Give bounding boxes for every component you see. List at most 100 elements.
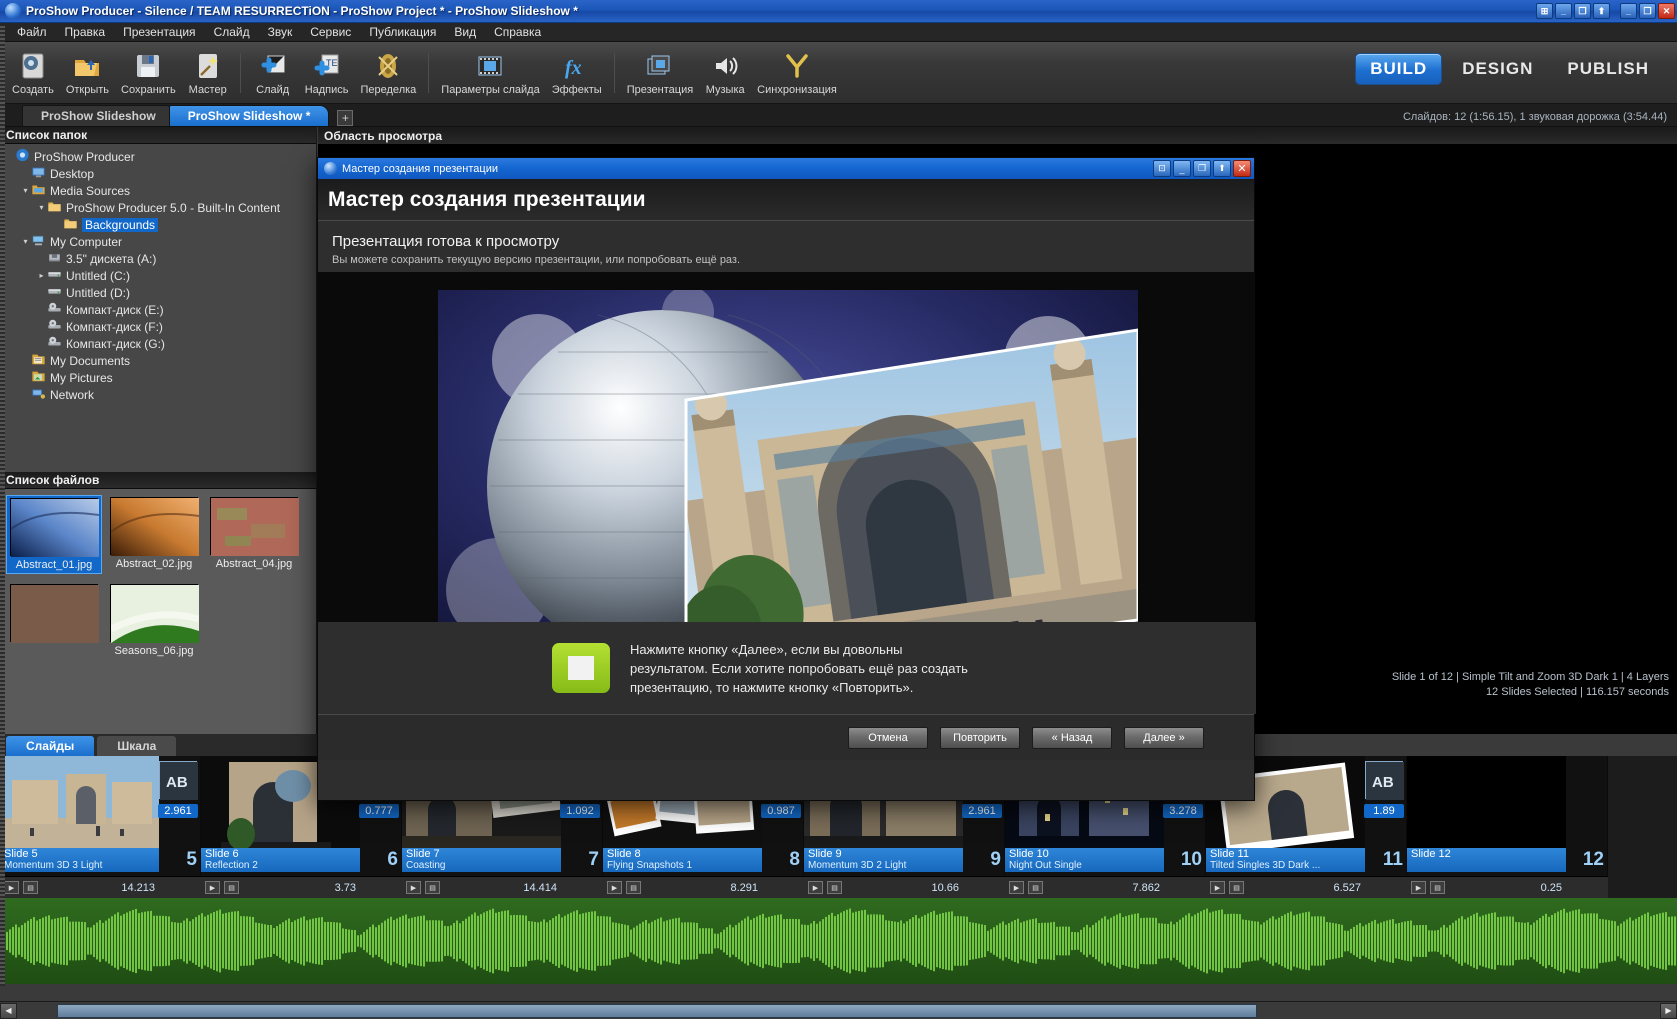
add-tab-button[interactable]: + [337,110,354,126]
tree-expander-icon[interactable]: ▾ [20,237,31,246]
menu-item-8[interactable]: Справка [485,24,550,40]
folder-tree-item-4[interactable]: Backgrounds [4,216,316,233]
restore-group-button[interactable]: ⊞ [1536,3,1553,19]
dialog-button-0[interactable]: Отмена [848,726,928,749]
toolbar-button-создать[interactable]: Создать [6,49,60,96]
mode-button-publish[interactable]: PUBLISH [1553,54,1663,84]
scroll-right-arrow[interactable]: ▶ [1660,1002,1677,1019]
toolbar-button-переделка[interactable]: Переделка [355,49,423,96]
slide-play-button[interactable]: ▶ [406,881,421,894]
slide-play-button[interactable]: ▶ [607,881,622,894]
menu-item-7[interactable]: Вид [445,24,485,40]
slide-play-button[interactable]: ▶ [205,881,220,894]
folder-tree-item-6[interactable]: 3.5" дискета (A:) [4,250,316,267]
dialog-pin-button[interactable]: ⊡ [1153,160,1171,177]
filmstrip-slide-5[interactable]: AB 2.961 Slide 5 Momentum 3D 3 Light 5 ▶… [0,756,201,898]
menu-item-0[interactable]: Файл [8,24,56,40]
file-thumbnail-grid[interactable]: Abstract_01.jpg Abstract_02.jpg Abstract… [0,489,316,667]
transition-badge[interactable]: AB 2.961 [158,761,198,818]
toolbar-button-надпись[interactable]: TE Надпись [299,49,355,96]
dialog-button-1[interactable]: Повторить [940,726,1020,749]
slide-options-button[interactable]: ▤ [626,881,641,894]
folder-tree-item-9[interactable]: Компакт-диск (E:) [4,301,316,318]
slide-options-button[interactable]: ▤ [827,881,842,894]
folder-tree-item-14[interactable]: Network [4,386,316,403]
menu-item-3[interactable]: Слайд [205,24,259,40]
window-minimize-button[interactable]: _ [1620,3,1637,19]
toolbar-button-эффекты[interactable]: fx Эффекты [546,49,608,96]
tree-expander-icon[interactable]: ▸ [36,271,47,280]
toolbar-button-синхронизация[interactable]: Синхронизация [751,49,843,96]
slide-options-button[interactable]: ▤ [1028,881,1043,894]
slide-options-button[interactable]: ▤ [1229,881,1244,894]
folder-tree-item-2[interactable]: ▾ Media Sources [4,182,316,199]
menu-item-1[interactable]: Правка [56,24,115,40]
scroll-left-arrow[interactable]: ◀ [0,1002,17,1019]
mode-button-build[interactable]: BUILD [1355,53,1443,85]
slide-play-button[interactable]: ▶ [1411,881,1426,894]
folder-tree-item-8[interactable]: Untitled (D:) [4,284,316,301]
document-tab-0[interactable]: ProShow Slideshow [22,105,175,126]
dialog-close-button[interactable]: ✕ [1233,160,1251,177]
file-item-2[interactable]: Abstract_04.jpg [206,495,302,574]
folder-tree-item-13[interactable]: My Pictures [4,369,316,386]
toolbar-button-сохранить[interactable]: Сохранить [115,49,182,96]
folder-tree[interactable]: ProShow Producer Desktop ▾ Media Sources… [0,144,316,403]
folder-tree-item-5[interactable]: ▾ My Computer [4,233,316,250]
document-tab-1[interactable]: ProShow Slideshow * [168,105,330,126]
toolbar-button-презентация[interactable]: Презентация [621,49,699,96]
bottom-tab-0[interactable]: Слайды [6,736,95,756]
slide-play-button[interactable]: ▶ [808,881,823,894]
restore-up-button[interactable]: ⬆ [1593,3,1610,19]
dialog-restore-up-button[interactable]: ⬆ [1213,160,1231,177]
filmstrip-slide-12[interactable]: Slide 12 12 ▶ ▤ 0.25 [1407,756,1608,898]
slide-thumbnail[interactable] [1407,756,1566,860]
toolbar-button-параметры слайда[interactable]: Параметры слайда [435,49,545,96]
toolbar-button-музыка[interactable]: Музыка [699,49,751,96]
bottom-tab-1[interactable]: Шкала [97,736,177,756]
slide-play-button[interactable]: ▶ [4,881,19,894]
slide-options-button[interactable]: ▤ [1430,881,1445,894]
folder-tree-item-10[interactable]: Компакт-диск (F:) [4,318,316,335]
maximize-group-button[interactable]: ❐ [1574,3,1591,19]
file-item-0[interactable]: Abstract_01.jpg [6,495,102,574]
menu-item-2[interactable]: Презентация [114,24,205,40]
slide-play-button[interactable]: ▶ [1210,881,1225,894]
menu-item-6[interactable]: Публикация [360,24,445,40]
toolbar-button-мастер[interactable]: Мастер [182,49,234,96]
horizontal-scrollbar[interactable]: ◀ ▶ [0,1001,1677,1019]
slide-options-button[interactable]: ▤ [224,881,239,894]
tree-expander-icon[interactable]: ▾ [36,203,47,212]
folder-tree-item-3[interactable]: ▾ ProShow Producer 5.0 - Built-In Conten… [4,199,316,216]
tree-expander-icon[interactable]: ▾ [20,186,31,195]
slide-number: 7 [588,849,599,870]
folder-tree-item-12[interactable]: My Documents [4,352,316,369]
toolbar-button-слайд[interactable]: Слайд [247,49,299,96]
soundtrack-waveform[interactable] [0,898,1677,984]
slide-thumbnail[interactable] [0,756,159,860]
folder-tree-item-0[interactable]: ProShow Producer [4,148,316,165]
file-item-3[interactable] [6,582,102,659]
dialog-button-2[interactable]: « Назад [1032,726,1112,749]
folder-tree-item-1[interactable]: Desktop [4,165,316,182]
window-close-button[interactable]: ✕ [1658,3,1675,19]
minimize-group-button[interactable]: _ [1555,3,1572,19]
menu-item-4[interactable]: Звук [259,24,302,40]
transition-badge[interactable]: AB 1.89 [1364,761,1404,818]
folder-tree-item-7[interactable]: ▸ Untitled (C:) [4,267,316,284]
slide-play-button[interactable]: ▶ [1009,881,1024,894]
slide-options-button[interactable]: ▤ [23,881,38,894]
window-maximize-button[interactable]: ❐ [1639,3,1656,19]
menu-item-5[interactable]: Сервис [301,24,360,40]
slide-options-button[interactable]: ▤ [425,881,440,894]
panel-resize-grip[interactable] [0,26,5,986]
toolbar-button-открыть[interactable]: Открыть [60,49,115,96]
dialog-minimize-button[interactable]: _ [1173,160,1191,177]
file-item-4[interactable]: Seasons_06.jpg [106,582,202,659]
file-item-1[interactable]: Abstract_02.jpg [106,495,202,574]
mode-button-design[interactable]: DESIGN [1448,54,1547,84]
dialog-button-3[interactable]: Далее » [1124,726,1204,749]
dialog-maximize-button[interactable]: ❐ [1193,160,1211,177]
folder-tree-item-11[interactable]: Компакт-диск (G:) [4,335,316,352]
scroll-thumb[interactable] [57,1003,1257,1018]
